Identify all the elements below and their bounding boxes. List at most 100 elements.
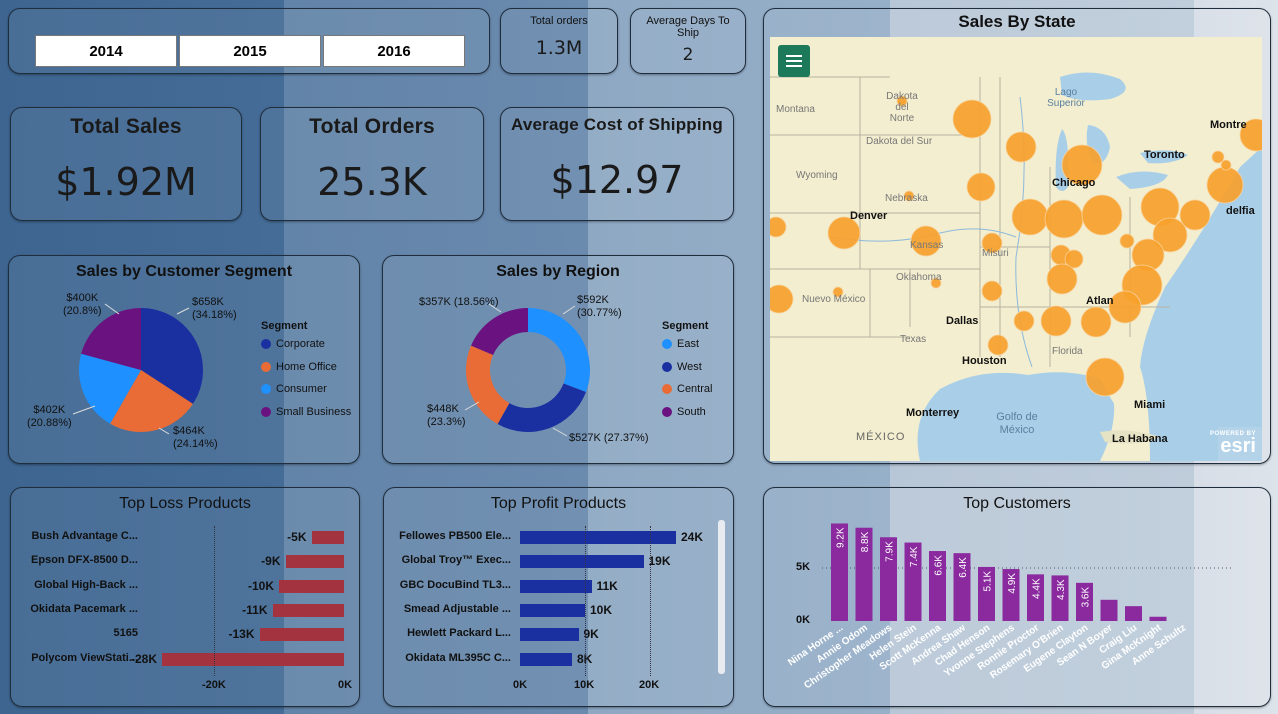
total-sales-card: Total Sales $1.92M (10, 107, 242, 221)
profit-name: Hewlett Packard L... (407, 627, 511, 640)
loss-value: -9K (261, 554, 281, 569)
map-label-dallas: Dallas (946, 315, 979, 327)
loss-bar[interactable] (279, 579, 344, 593)
loss-bar[interactable] (285, 555, 344, 569)
customer-value-label: 4.4K (1032, 578, 1043, 599)
map-bubble[interactable] (987, 334, 1009, 356)
profit-bar[interactable] (520, 555, 644, 569)
map-bubble[interactable] (1119, 233, 1135, 249)
region-slice-east[interactable] (528, 308, 590, 392)
profit-bar[interactable] (520, 628, 579, 642)
map-bubble[interactable] (1040, 305, 1072, 337)
segment-label-consumer: $402K (20.88%) (27, 404, 72, 429)
map-card: Sales By State Dakota del Norte Dakota d… (763, 8, 1271, 464)
region-legend-central[interactable]: Central (662, 383, 712, 395)
map-bubble[interactable] (1206, 166, 1244, 204)
profit-bar[interactable] (520, 603, 585, 617)
loss-name: Epson DFX-8500 D... (31, 554, 138, 567)
total-orders-title: Total Orders (309, 115, 435, 138)
region-slice-south[interactable] (471, 308, 528, 356)
region-slice-west[interactable] (497, 383, 586, 432)
segment-legend-consumer[interactable]: Consumer (261, 383, 327, 395)
map-bubble[interactable] (770, 284, 794, 314)
region-legend-south[interactable]: South (662, 406, 706, 418)
map-label-dakota-sur: Dakota del Sur (866, 136, 933, 147)
map-menu-button[interactable] (778, 45, 810, 77)
map-bubble[interactable] (770, 216, 787, 238)
map-bubble[interactable] (981, 280, 1003, 302)
map-bubbles (770, 95, 1262, 397)
loss-value: -5K (287, 530, 307, 544)
loss-bar[interactable] (311, 531, 344, 544)
map-bubble[interactable] (952, 99, 992, 139)
loss-gridline (214, 526, 215, 676)
loss-value: -11K (242, 602, 268, 617)
profit-value: 11K (596, 578, 618, 593)
profit-value: 19K (648, 554, 671, 569)
map-label-atlan: Atlan (1086, 295, 1114, 307)
map-bubble[interactable] (1080, 306, 1112, 338)
map-bubble[interactable] (966, 172, 996, 202)
year-slicer-card: 2014 2015 2016 (8, 8, 490, 74)
map-label-toronto: Toronto (1144, 149, 1185, 161)
map-title: Sales By State (958, 12, 1076, 31)
map-bubble[interactable] (1005, 131, 1037, 163)
map-bubble[interactable] (1081, 194, 1123, 236)
profit-name: GBC DocuBind TL3... (399, 578, 511, 591)
profit-name: Global Troy™ Exec... (401, 554, 511, 567)
loss-name: Bush Advantage C... (31, 530, 138, 542)
customer-bar[interactable] (1125, 606, 1142, 621)
profit-tick-0: 0K (513, 679, 528, 691)
map-label-nuevo-mexico: Nuevo México (802, 294, 866, 305)
profit-bar[interactable] (520, 579, 592, 593)
year-button-2014[interactable]: 2014 (35, 35, 177, 67)
profit-bar[interactable] (520, 531, 676, 544)
region-leader-line (464, 401, 480, 411)
profit-chart-card: Top Profit Products Fellowes PB500 Ele..… (383, 487, 734, 707)
profit-scrollbar[interactable] (718, 520, 725, 674)
profit-tick-20: 20K (639, 679, 660, 691)
year-button-2016[interactable]: 2016 (323, 35, 465, 67)
customer-bar[interactable] (1149, 616, 1167, 621)
map-label-texas: Texas (900, 334, 927, 345)
customer-value-label: 9.2K (836, 527, 847, 548)
segment-legend-small-business[interactable]: Small Business (261, 406, 351, 418)
customers-chart-card: Top Customers 5K 0K 9.2K Nina Horne ... 8.… (763, 487, 1271, 707)
profit-bar[interactable] (520, 652, 572, 666)
map-label-lago-superior: Lago Superior (1047, 87, 1085, 109)
region-label-south: $357K (18.56%) (419, 296, 499, 308)
map-bubble[interactable] (1044, 199, 1084, 239)
loss-bar[interactable] (272, 603, 344, 617)
profit-name: Smead Adjustable ... (403, 602, 511, 615)
loss-name: Polycom ViewStati... (31, 651, 138, 664)
map-label-wyoming: Wyoming (796, 170, 838, 181)
region-legend-title: Segment (662, 320, 709, 332)
map-label-oklahoma: Oklahoma (896, 272, 942, 283)
region-legend-east[interactable]: East (662, 338, 699, 350)
loss-tick-neg20: -20K (202, 679, 226, 691)
map-label-montre: Montre (1210, 119, 1247, 131)
map-bubble[interactable] (1220, 159, 1232, 171)
profit-tick-10: 10K (574, 679, 595, 691)
map-label-delfia: delfia (1226, 205, 1255, 217)
region-slice-central[interactable] (466, 345, 510, 425)
loss-bar[interactable] (162, 652, 344, 666)
profit-gridline-20 (650, 526, 651, 676)
avg-days-card: Average Days To Ship 2 (630, 8, 746, 74)
map-bubble[interactable] (1011, 198, 1049, 236)
profit-name: Fellowes PB500 Ele... (399, 530, 511, 542)
total-orders-card: Total Orders 25.3K (260, 107, 484, 221)
map-bubble[interactable] (1085, 357, 1125, 397)
customer-bar[interactable] (1100, 599, 1118, 621)
year-button-2015[interactable]: 2015 (179, 35, 321, 67)
esri-logo: POWERED BY esri (1209, 431, 1256, 457)
map-bubble[interactable] (1046, 263, 1078, 295)
region-legend-west[interactable]: West (662, 361, 702, 373)
total-orders-small-value: 1.3M (535, 37, 583, 59)
segment-legend-corporate[interactable]: Corporate (261, 338, 325, 350)
profit-chart-title: Top Profit Products (490, 495, 627, 512)
map-area[interactable]: Dakota del Norte Dakota del Sur Wyoming … (770, 37, 1262, 461)
map-bubble[interactable] (1013, 310, 1035, 332)
loss-bar[interactable] (259, 628, 344, 642)
segment-legend-home-office[interactable]: Home Office (261, 361, 337, 373)
